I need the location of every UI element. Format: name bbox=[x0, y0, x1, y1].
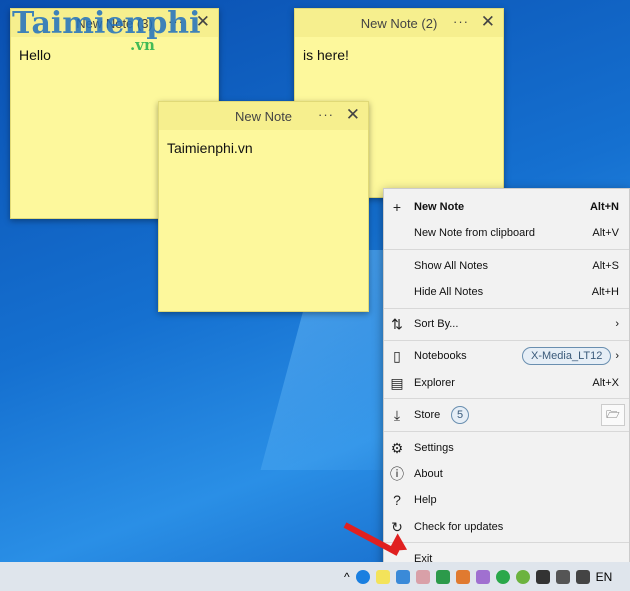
shield-icon[interactable] bbox=[435, 569, 450, 584]
sort-icon: ⇅ bbox=[391, 315, 403, 332]
close-icon[interactable]: ✕ bbox=[481, 12, 495, 32]
explorer-icon: ▤ bbox=[390, 374, 404, 391]
close-icon[interactable]: ✕ bbox=[346, 105, 360, 125]
watermark-logo: Taimienphi .vn bbox=[12, 6, 201, 54]
chevron-right-icon: › bbox=[615, 350, 619, 362]
sticky-notes-tray-icon[interactable] bbox=[375, 569, 390, 584]
menu-check-updates[interactable]: ↻ Check for updates bbox=[384, 514, 629, 540]
menu-help[interactable]: ? Help bbox=[384, 487, 629, 513]
divider bbox=[384, 542, 629, 543]
divider bbox=[384, 340, 629, 341]
volume-icon[interactable] bbox=[575, 569, 590, 584]
divider bbox=[384, 249, 629, 250]
check-icon[interactable] bbox=[515, 569, 530, 584]
note-header[interactable]: New Note ··· ✕ bbox=[159, 102, 368, 130]
sticky-note-1[interactable]: New Note ··· ✕ Taimienphi.vn bbox=[158, 101, 369, 312]
menu-show-all[interactable]: Show All Notes Alt+S bbox=[384, 253, 629, 279]
taskbar: ^ EN bbox=[0, 562, 630, 591]
help-icon: ? bbox=[393, 492, 401, 508]
bluetooth-icon[interactable] bbox=[355, 569, 370, 584]
keyboard-icon[interactable] bbox=[535, 569, 550, 584]
notebook-icon: ▯ bbox=[393, 347, 401, 364]
network-icon[interactable] bbox=[555, 569, 570, 584]
divider bbox=[384, 308, 629, 309]
notebook-badge: X-Media_LT12 bbox=[522, 347, 612, 365]
menu-new-note[interactable]: + New Note Alt+N bbox=[384, 194, 629, 220]
more-icon[interactable]: ··· bbox=[318, 107, 334, 122]
download-icon: ⤓ bbox=[393, 406, 401, 423]
plus-icon: + bbox=[392, 199, 402, 215]
note-header[interactable]: New Note (2) ··· ✕ bbox=[295, 9, 503, 37]
menu-notebooks[interactable]: ▯ Notebooks X-Media_LT12 › bbox=[384, 343, 629, 369]
language-indicator[interactable]: EN bbox=[596, 570, 613, 584]
spotify-icon[interactable] bbox=[495, 569, 510, 584]
more-icon[interactable]: ··· bbox=[453, 14, 469, 29]
menu-hide-all[interactable]: Hide All Notes Alt+H bbox=[384, 279, 629, 305]
gear-icon: ⚙ bbox=[390, 439, 404, 456]
cloud-icon[interactable] bbox=[395, 569, 410, 584]
chevron-up-icon[interactable]: ^ bbox=[344, 570, 350, 584]
note-body[interactable]: is here! bbox=[295, 37, 503, 73]
menu-new-from-clipboard[interactable]: New Note from clipboard Alt+V bbox=[384, 220, 629, 246]
app-tray-icon[interactable] bbox=[455, 569, 470, 584]
menu-about[interactable]: ⓘ About bbox=[384, 461, 629, 487]
note-body[interactable]: Hello bbox=[11, 37, 218, 73]
store-count-badge: 5 bbox=[451, 406, 469, 424]
menu-settings[interactable]: ⚙ Settings bbox=[384, 435, 629, 461]
note-body[interactable]: Taimienphi.vn bbox=[159, 130, 368, 166]
menu-store[interactable]: ⤓ Store 5 🗁 bbox=[384, 402, 629, 428]
divider bbox=[384, 431, 629, 432]
chevron-right-icon: › bbox=[615, 318, 619, 330]
pen-icon[interactable] bbox=[475, 569, 490, 584]
info-icon: ⓘ bbox=[390, 466, 404, 482]
menu-sort-by[interactable]: ⇅ Sort By... › bbox=[384, 311, 629, 337]
note-title: New Note (2) bbox=[360, 15, 438, 31]
app-tray-icon[interactable] bbox=[415, 569, 430, 584]
menu-explorer[interactable]: ▤ Explorer Alt+X bbox=[384, 370, 629, 396]
tray-context-menu: + New Note Alt+N New Note from clipboard Al… bbox=[383, 188, 630, 572]
note-title: New Note bbox=[234, 108, 293, 124]
folder-open-button[interactable]: 🗁 bbox=[601, 404, 625, 426]
divider bbox=[384, 398, 629, 399]
